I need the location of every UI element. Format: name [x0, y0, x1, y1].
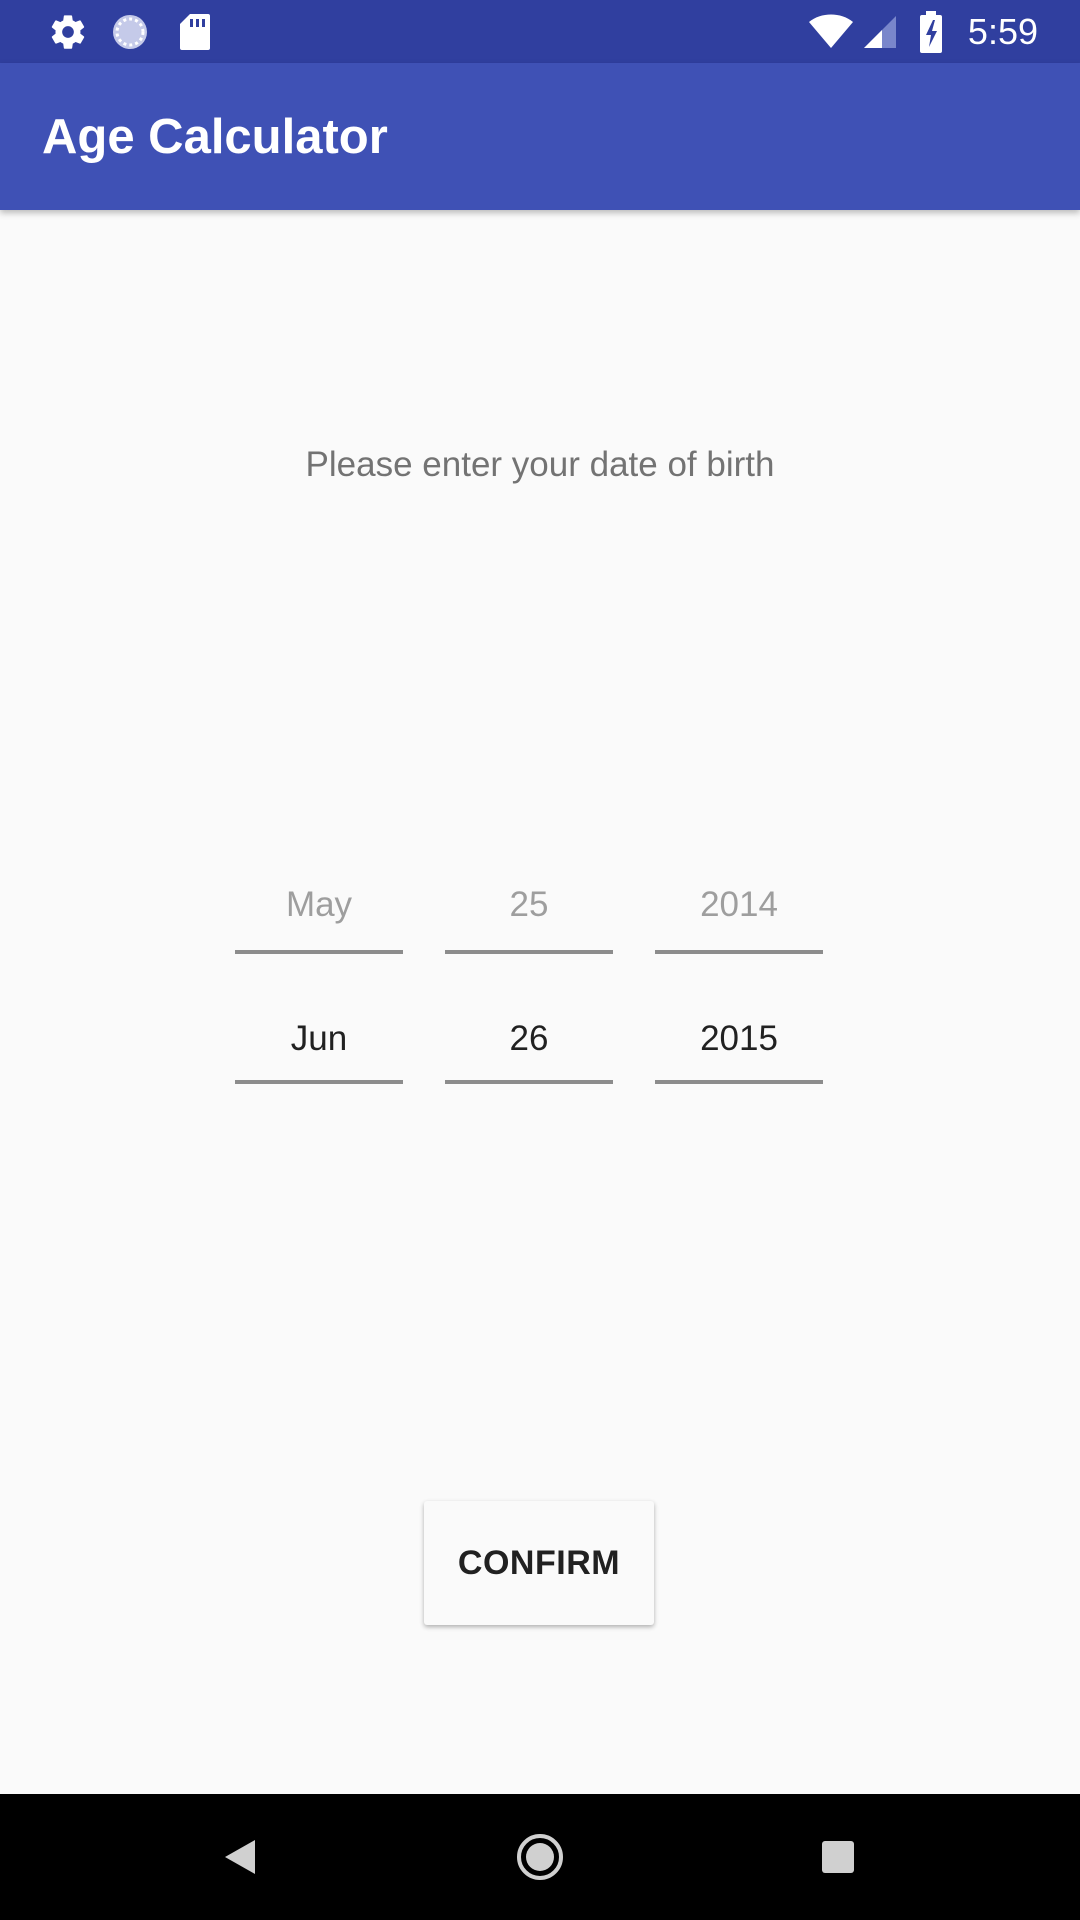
day-selected-value[interactable]: 26 — [445, 999, 613, 1079]
year-selected-value[interactable]: 2015 — [655, 999, 823, 1079]
month-selected-value[interactable]: Jun — [235, 999, 403, 1079]
settings-icon — [48, 0, 88, 63]
picker-divider-top — [235, 950, 403, 954]
day-picker[interactable]: 25 26 — [445, 865, 613, 1125]
signal-icon — [862, 0, 898, 63]
picker-divider-bottom — [445, 1080, 613, 1084]
back-icon[interactable] — [180, 1794, 300, 1920]
sync-circle-icon — [110, 0, 150, 63]
month-picker[interactable]: May Jun — [235, 865, 403, 1125]
recents-icon[interactable] — [778, 1794, 898, 1920]
dob-prompt: Please enter your date of birth — [305, 445, 775, 484]
day-previous-value[interactable]: 25 — [445, 865, 613, 945]
app-bar: Age Calculator — [0, 63, 1080, 210]
picker-divider-bottom — [655, 1080, 823, 1084]
year-picker[interactable]: 2014 2015 — [655, 865, 823, 1125]
month-previous-value[interactable]: May — [235, 865, 403, 945]
app-title: Age Calculator — [42, 109, 388, 164]
year-previous-value[interactable]: 2014 — [655, 865, 823, 945]
main-content: Please enter your date of birth May Jun … — [0, 210, 1080, 1794]
sd-card-icon — [178, 0, 212, 63]
picker-divider-top — [655, 950, 823, 954]
screen: 5:59 Age Calculator Please enter your da… — [0, 0, 1080, 1920]
home-icon[interactable] — [480, 1794, 600, 1920]
wifi-icon — [808, 0, 854, 63]
status-time: 5:59 — [967, 10, 1038, 52]
status-bar: 5:59 — [0, 0, 1080, 63]
battery-charging-icon — [918, 0, 944, 63]
picker-divider-bottom — [235, 1080, 403, 1084]
navigation-bar — [0, 1794, 1080, 1920]
picker-divider-top — [445, 950, 613, 954]
confirm-button[interactable]: CONFIRM — [424, 1501, 654, 1625]
